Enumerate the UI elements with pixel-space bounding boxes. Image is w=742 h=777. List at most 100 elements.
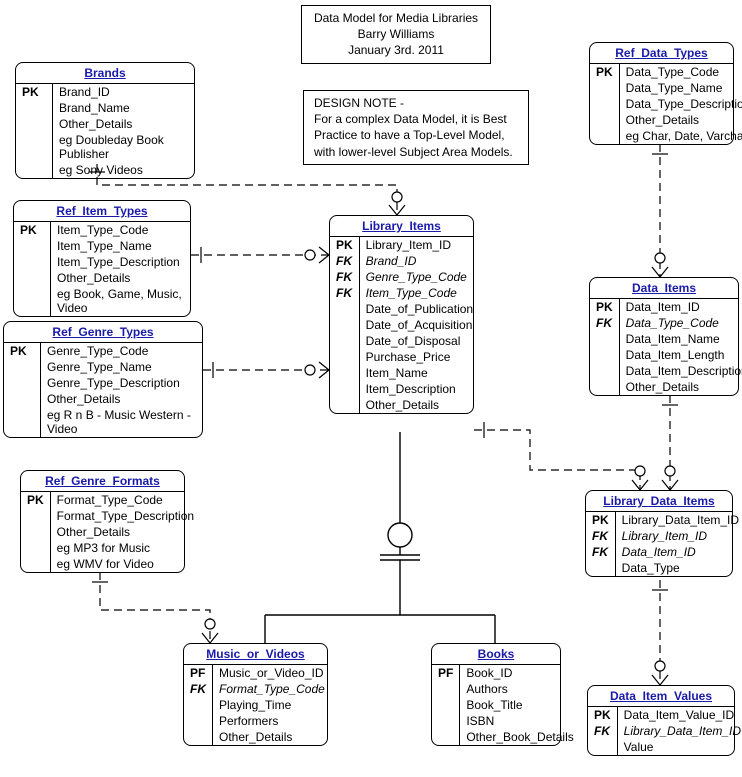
attr-name: ISBN bbox=[460, 713, 580, 729]
entity-ref-genre-formats: Ref_Genre_FormatsPKFormat_Type_Code Form… bbox=[20, 470, 185, 573]
entity-body: PKLibrary_Item_IDFKBrand_IDFKGenre_Type_… bbox=[330, 237, 479, 413]
attr-key: PK bbox=[588, 707, 617, 723]
entity-body: PFMusic_or_Video_IDFKFormat_Type_Code Pl… bbox=[184, 665, 331, 745]
attr-key: FK bbox=[588, 723, 617, 739]
entity-attr-row: Other_Details bbox=[16, 116, 194, 132]
entity-body: PKFormat_Type_Code Format_Type_Descripti… bbox=[21, 492, 200, 572]
entity-library-data-items: Library_Data_ItemsPKLibrary_Data_Item_ID… bbox=[585, 490, 733, 577]
attr-name: Value bbox=[617, 739, 742, 755]
entity-attr-row: Data_Type_Name bbox=[590, 80, 742, 96]
entity-attr-row: Purchase_Price bbox=[330, 349, 479, 365]
attr-key bbox=[330, 317, 359, 333]
attr-name: eg Book, Game, Music, Video bbox=[51, 286, 191, 316]
title-line2: Barry Williams bbox=[312, 26, 480, 42]
entity-header: Books bbox=[432, 644, 560, 665]
attr-name: Data_Type bbox=[615, 560, 742, 576]
attr-key bbox=[330, 365, 359, 381]
entity-attr-row: Format_Type_Description bbox=[21, 508, 200, 524]
attr-name: Date_of_Publication bbox=[359, 301, 479, 317]
entity-attr-row: Book_Title bbox=[432, 697, 580, 713]
entity-attr-row: Item_Type_Name bbox=[14, 238, 190, 254]
entity-attr-row: eg Char, Date, Varchar bbox=[590, 128, 742, 144]
attr-name: Library_Item_ID bbox=[615, 528, 742, 544]
attr-key: FK bbox=[184, 681, 213, 697]
attr-name: Date_of_Disposal bbox=[359, 333, 479, 349]
title-line3: January 3rd. 2011 bbox=[312, 42, 480, 58]
attr-name: Other_Details bbox=[619, 379, 742, 395]
attr-name: Data_Type_Code bbox=[619, 64, 742, 80]
rel-library-items-library-data-items bbox=[474, 422, 648, 490]
attr-name: Item_Type_Name bbox=[51, 238, 191, 254]
entity-ref-genre-types: Ref_Genre_TypesPKGenre_Type_Code Genre_T… bbox=[3, 321, 203, 438]
attr-name: Format_Type_Code bbox=[213, 681, 331, 697]
entity-attr-row: PKBrand_ID bbox=[16, 84, 194, 100]
entity-attr-row: PKFormat_Type_Code bbox=[21, 492, 200, 508]
design-note-l4: with lower-level Subject Area Models. bbox=[314, 144, 518, 160]
entity-body: PKBrand_ID Brand_Name Other_Details eg D… bbox=[16, 84, 194, 178]
entity-attr-row: ISBN bbox=[432, 713, 580, 729]
attr-name: Genre_Type_Description bbox=[41, 375, 203, 391]
entity-attr-row: PKData_Item_Value_ID bbox=[588, 707, 742, 723]
entity-music-or-videos: Music_or_VideosPFMusic_or_Video_IDFKForm… bbox=[183, 643, 328, 746]
entity-attr-row: Other_Details bbox=[330, 397, 479, 413]
attr-key bbox=[590, 80, 619, 96]
entity-attr-row: PFMusic_or_Video_ID bbox=[184, 665, 331, 681]
entity-attr-row: Brand_Name bbox=[16, 100, 194, 116]
entity-attr-row: Other_Book_Details bbox=[432, 729, 580, 745]
entity-attr-row: FKGenre_Type_Code bbox=[330, 269, 479, 285]
entity-body: PKGenre_Type_Code Genre_Type_Name Genre_… bbox=[4, 343, 202, 437]
attr-key: PF bbox=[184, 665, 213, 681]
attr-name: Item_Description bbox=[359, 381, 479, 397]
attr-key bbox=[4, 391, 41, 407]
entity-header: Library_Data_Items bbox=[586, 491, 732, 512]
entity-attr-row: FKFormat_Type_Code bbox=[184, 681, 331, 697]
attr-key bbox=[590, 96, 619, 112]
attr-name: Data_Type_Description bbox=[619, 96, 742, 112]
entity-attr-row: eg Sony Videos bbox=[16, 162, 194, 178]
rel-genre-types-library-items bbox=[203, 362, 329, 378]
attr-key bbox=[330, 333, 359, 349]
entity-attr-row: eg Doubleday Book Publisher bbox=[16, 132, 194, 162]
attr-name: eg Sony Videos bbox=[53, 162, 195, 178]
entity-body: PKData_Item_IDFKData_Type_Code Data_Item… bbox=[590, 299, 742, 395]
attr-name: Music_or_Video_ID bbox=[213, 665, 331, 681]
attr-name: Authors bbox=[460, 681, 580, 697]
attr-name: Other_Details bbox=[619, 112, 742, 128]
attr-key: PK bbox=[586, 512, 615, 528]
attr-key bbox=[330, 301, 359, 317]
entity-header: Data_Items bbox=[590, 278, 738, 299]
entity-attr-row: Data_Type bbox=[586, 560, 742, 576]
attr-name: Date_of_Acquisition bbox=[359, 317, 479, 333]
attr-key bbox=[586, 560, 615, 576]
attr-name: Genre_Type_Code bbox=[41, 343, 203, 359]
entity-attr-row: eg R n B - Music Western - Video bbox=[4, 407, 202, 437]
attr-key: PK bbox=[16, 84, 53, 100]
entity-attr-row: Data_Item_Name bbox=[590, 331, 742, 347]
attr-name: eg WMV for Video bbox=[50, 556, 200, 572]
entity-header: Ref_Genre_Formats bbox=[21, 471, 184, 492]
entity-header: Music_or_Videos bbox=[184, 644, 327, 665]
attr-key bbox=[16, 116, 53, 132]
entity-attr-row: Item_Type_Description bbox=[14, 254, 190, 270]
attr-key bbox=[4, 407, 41, 437]
entity-body: PKItem_Type_Code Item_Type_Name Item_Typ… bbox=[14, 222, 190, 316]
entity-data-items: Data_ItemsPKData_Item_IDFKData_Type_Code… bbox=[589, 277, 739, 396]
attr-name: Other_Book_Details bbox=[460, 729, 580, 745]
attr-name: Data_Item_Value_ID bbox=[617, 707, 742, 723]
entity-attr-row: Item_Description bbox=[330, 381, 479, 397]
attr-key bbox=[330, 381, 359, 397]
design-note-l3: Practice to have a Top-Level Model, bbox=[314, 127, 518, 143]
entity-attr-row: FKBrand_ID bbox=[330, 253, 479, 269]
attr-key bbox=[590, 112, 619, 128]
attr-name: Item_Type_Description bbox=[51, 254, 191, 270]
attr-name: Data_Item_Description bbox=[619, 363, 742, 379]
attr-key bbox=[21, 556, 50, 572]
attr-name: Data_Item_ID bbox=[615, 544, 742, 560]
rel-data-items-library-data-items bbox=[662, 395, 678, 490]
attr-name: eg Doubleday Book Publisher bbox=[53, 132, 195, 162]
attr-key bbox=[330, 397, 359, 413]
entity-attr-row: Data_Item_Length bbox=[590, 347, 742, 363]
entity-attr-row: PKLibrary_Data_Item_ID bbox=[586, 512, 742, 528]
attr-name: Item_Type_Code bbox=[359, 285, 479, 301]
entity-attr-row: Item_Name bbox=[330, 365, 479, 381]
